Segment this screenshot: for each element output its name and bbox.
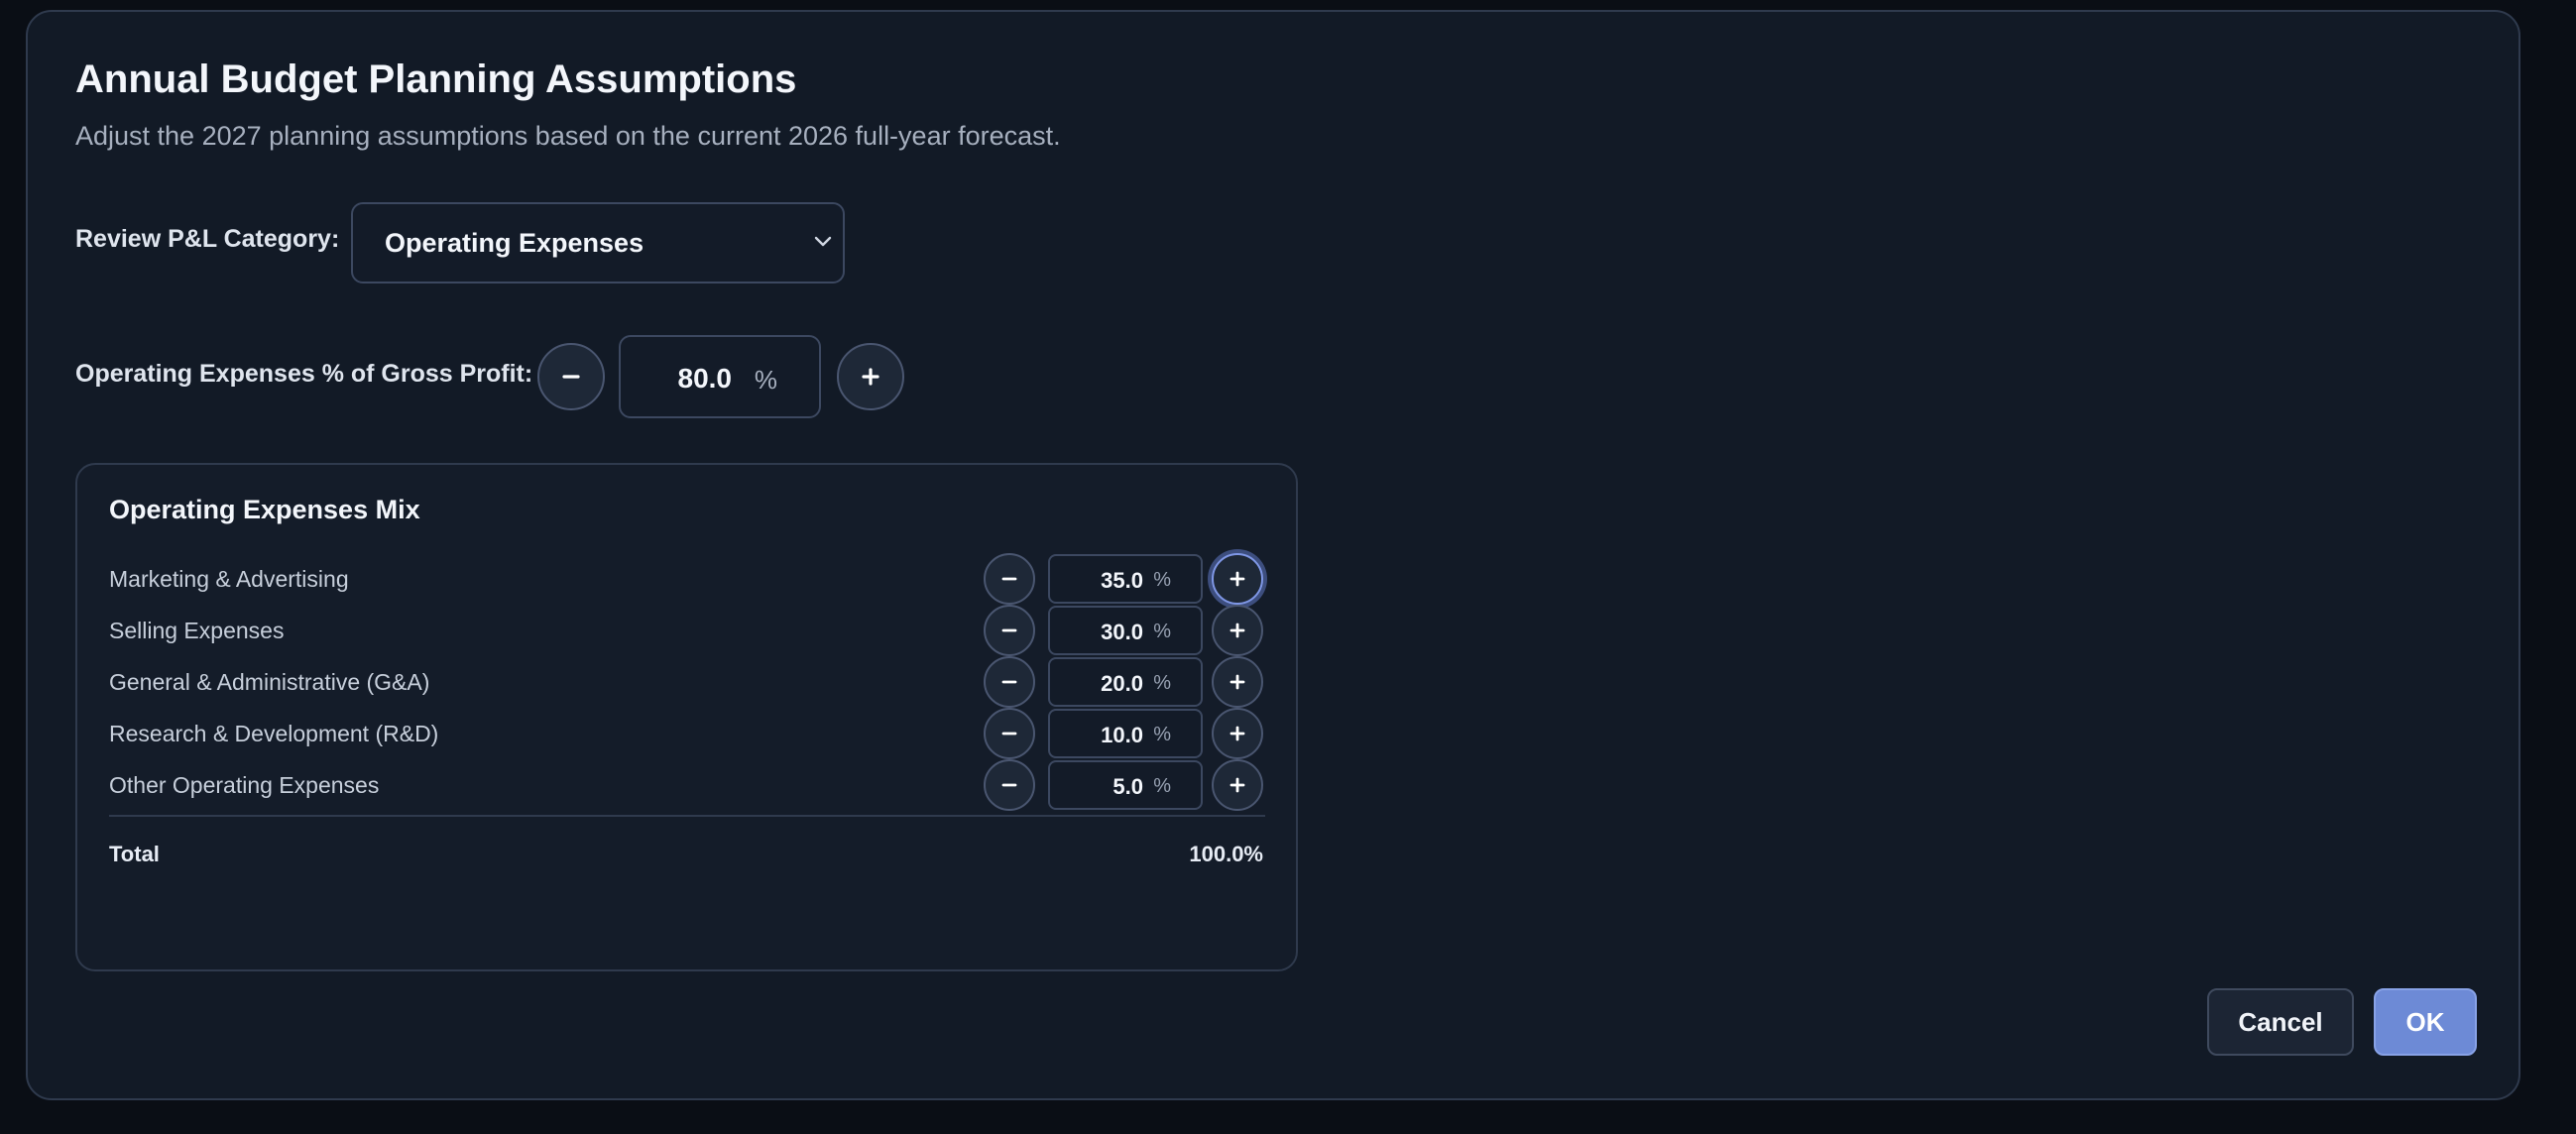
mix-row-value: 30.0 [1101, 620, 1143, 644]
mix-row-marketing: Marketing & Advertising 35.0 % [77, 553, 1296, 605]
minus-icon [1001, 577, 1017, 581]
rd-increment-button[interactable] [1212, 708, 1263, 759]
total-divider [109, 815, 1265, 817]
mix-row-value: 35.0 [1101, 568, 1143, 593]
gross-profit-decrement-button[interactable] [537, 343, 605, 410]
mix-row-unit: % [1153, 775, 1171, 797]
budget-assumptions-dialog: Annual Budget Planning Assumptions Adjus… [26, 10, 2520, 1100]
plus-icon [1229, 674, 1245, 690]
mix-row-value: 5.0 [1112, 774, 1143, 799]
mix-row-label: Other Operating Expenses [109, 772, 380, 798]
expense-mix-panel: Operating Expenses Mix Marketing & Adver… [75, 463, 1298, 971]
mix-row-label: Marketing & Advertising [109, 566, 349, 592]
mix-row-value: 20.0 [1101, 671, 1143, 696]
dialog-title: Annual Budget Planning Assumptions [75, 57, 797, 101]
minus-icon [562, 375, 580, 379]
gross-profit-increment-button[interactable] [837, 343, 904, 410]
plus-icon [862, 368, 879, 386]
ga-increment-button[interactable] [1212, 656, 1263, 708]
minus-icon [1001, 783, 1017, 787]
ga-pct-input[interactable]: 20.0 % [1048, 657, 1203, 707]
selling-decrement-button[interactable] [984, 605, 1035, 656]
plus-icon [1229, 726, 1245, 741]
ok-button[interactable]: OK [2374, 988, 2477, 1056]
mix-row-unit: % [1153, 672, 1171, 694]
mix-row-unit: % [1153, 569, 1171, 591]
selling-pct-input[interactable]: 30.0 % [1048, 606, 1203, 655]
mix-row-other: Other Operating Expenses 5.0 % [77, 759, 1296, 811]
other-increment-button[interactable] [1212, 759, 1263, 811]
other-decrement-button[interactable] [984, 759, 1035, 811]
minus-icon [1001, 628, 1017, 632]
total-value: 100.0% [1189, 842, 1263, 866]
expense-mix-title: Operating Expenses Mix [109, 495, 420, 524]
mix-row-label: General & Administrative (G&A) [109, 669, 430, 695]
plus-icon [1229, 777, 1245, 793]
category-select-value: Operating Expenses [385, 228, 644, 258]
marketing-increment-button[interactable] [1212, 553, 1263, 605]
selling-increment-button[interactable] [1212, 605, 1263, 656]
marketing-decrement-button[interactable] [984, 553, 1035, 605]
rd-decrement-button[interactable] [984, 708, 1035, 759]
mix-row-value: 10.0 [1101, 723, 1143, 747]
gross-profit-pct-input[interactable]: 80.0 % [619, 335, 821, 418]
mix-row-unit: % [1153, 724, 1171, 745]
category-label: Review P&L Category: [75, 225, 340, 253]
cancel-button[interactable]: Cancel [2207, 988, 2354, 1056]
plus-icon [1229, 571, 1245, 587]
mix-row-ga: General & Administrative (G&A) 20.0 % [77, 656, 1296, 708]
total-label: Total [109, 842, 160, 866]
gross-profit-pct-unit: % [754, 365, 777, 395]
other-pct-input[interactable]: 5.0 % [1048, 760, 1203, 810]
dialog-subtitle: Adjust the 2027 planning assumptions bas… [75, 121, 1061, 151]
plus-icon [1229, 623, 1245, 638]
minus-icon [1001, 732, 1017, 736]
mix-row-unit: % [1153, 621, 1171, 642]
mix-row-rd: Research & Development (R&D) 10.0 % [77, 708, 1296, 759]
mix-row-label: Selling Expenses [109, 618, 285, 643]
gross-profit-pct-value: 80.0 [677, 363, 733, 394]
ga-decrement-button[interactable] [984, 656, 1035, 708]
minus-icon [1001, 680, 1017, 684]
category-select[interactable]: Operating Expenses [351, 202, 845, 284]
chevron-down-icon [811, 228, 835, 256]
mix-row-label: Research & Development (R&D) [109, 721, 439, 746]
gross-profit-pct-label: Operating Expenses % of Gross Profit: [75, 360, 533, 388]
rd-pct-input[interactable]: 10.0 % [1048, 709, 1203, 758]
marketing-pct-input[interactable]: 35.0 % [1048, 554, 1203, 604]
mix-row-selling: Selling Expenses 30.0 % [77, 605, 1296, 656]
